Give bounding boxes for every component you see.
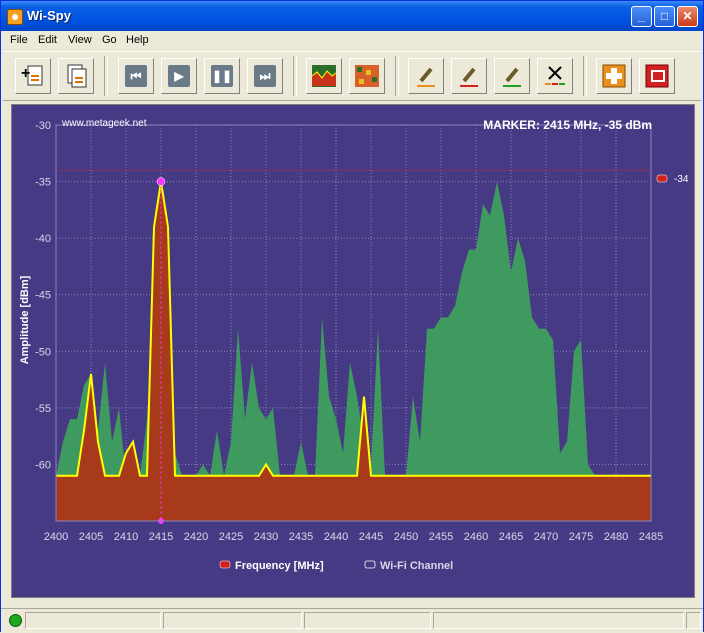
app-window: Wi-Spy _ □ ✕ File Edit View Go Help + ⏮ …	[0, 0, 704, 633]
toolbar-separator	[395, 56, 399, 96]
x-tick-label: 2415	[149, 531, 173, 543]
toolbar-separator	[293, 56, 297, 96]
menu-view[interactable]: View	[68, 34, 92, 46]
pause-button[interactable]: ❚❚	[204, 58, 240, 94]
spectrum-chart-panel[interactable]: www.metageek.net MARKER: 2415 MHz, -35 d…	[11, 104, 695, 598]
y-tick-label: -60	[35, 459, 51, 471]
toolbar-separator	[583, 56, 587, 96]
legend-frequency-label: Frequency [MHz]	[235, 560, 324, 572]
x-tick-label: 2455	[429, 531, 453, 543]
y-tick-label: -40	[35, 233, 51, 245]
marker-green-button[interactable]	[494, 58, 530, 94]
x-tick-label: 2440	[324, 531, 348, 543]
y-tick-label: -45	[35, 290, 51, 302]
menu-help[interactable]: Help	[126, 34, 149, 46]
y-tick-label: -30	[35, 120, 51, 132]
clear-markers-icon	[545, 66, 565, 85]
x-tick-label: 2405	[79, 531, 103, 543]
copy-documents-button[interactable]	[58, 58, 94, 94]
x-tick-label: 2400	[44, 531, 68, 543]
resize-grip[interactable]	[686, 612, 701, 629]
chart-plot	[55, 124, 652, 524]
x-tick-label: 2470	[534, 531, 558, 543]
title-bar[interactable]: Wi-Spy _ □ ✕	[1, 1, 703, 31]
status-bar	[1, 608, 703, 633]
skip-back-button[interactable]: ⏮	[118, 58, 154, 94]
x-tick-label: 2410	[114, 531, 138, 543]
stop-record-icon	[645, 64, 669, 88]
pause-icon: ❚❚	[211, 65, 233, 87]
add-plus-icon	[602, 64, 626, 88]
marker-red-button[interactable]	[451, 58, 487, 94]
status-pane	[433, 612, 684, 629]
planar-graph-icon	[311, 65, 337, 87]
x-tick-label: 2475	[569, 531, 593, 543]
threshold-value: -34	[674, 174, 689, 185]
marker-orange-button[interactable]	[408, 58, 444, 94]
x-tick-label: 2480	[604, 531, 628, 543]
play-icon: ▶	[168, 65, 190, 87]
marker-readout: MARKER: 2415 MHz, -35 dBm	[483, 118, 652, 132]
legend-frequency-swatch	[219, 560, 231, 569]
status-pane	[304, 612, 431, 629]
wispy-app-icon	[7, 9, 23, 25]
toolbar-separator	[104, 56, 108, 96]
x-tick-label: 2445	[359, 531, 383, 543]
pencil-red-icon	[460, 67, 478, 87]
new-document-button[interactable]: +	[15, 58, 51, 94]
window-title: Wi-Spy	[27, 8, 71, 23]
new-document-icon: +	[21, 65, 43, 86]
play-button[interactable]: ▶	[161, 58, 197, 94]
threshold-handle[interactable]	[656, 174, 668, 183]
menu-bar: File Edit View Go Help	[1, 31, 703, 50]
menu-edit[interactable]: Edit	[38, 34, 57, 46]
x-tick-labels: 2400 2405 2410 2415 2420 2425 2430 2435 2440 2445…	[44, 531, 663, 543]
x-tick-label: 2450	[394, 531, 418, 543]
device-status-indicator	[9, 614, 22, 627]
maximize-icon: □	[660, 9, 669, 23]
minimize-icon: _	[638, 9, 645, 23]
pencil-green-icon	[503, 67, 521, 87]
menu-file[interactable]: File	[10, 34, 28, 46]
menu-go[interactable]: Go	[102, 34, 117, 46]
stop-record-button[interactable]	[639, 58, 675, 94]
marker-point	[156, 177, 166, 186]
close-button[interactable]: ✕	[677, 6, 698, 27]
svg-text:+: +	[21, 65, 30, 82]
y-axis-label: Amplitude [dBm]	[19, 275, 31, 364]
legend-wifi-label[interactable]: Wi-Fi Channel	[380, 560, 453, 572]
minimize-button[interactable]: _	[631, 6, 652, 27]
legend-wifi-swatch[interactable]	[364, 560, 376, 569]
x-tick-label: 2460	[464, 531, 488, 543]
x-tick-label: 2430	[254, 531, 278, 543]
spectrum-chart[interactable]: www.metageek.net MARKER: 2415 MHz, -35 d…	[12, 105, 694, 597]
x-tick-label: 2435	[289, 531, 313, 543]
y-tick-label: -35	[35, 177, 51, 189]
pencil-orange-icon	[417, 67, 435, 87]
planar-view-button[interactable]	[306, 58, 342, 94]
y-tick-label: -50	[35, 346, 51, 358]
x-tick-label: 2420	[184, 531, 208, 543]
add-device-button[interactable]	[596, 58, 632, 94]
density-view-button[interactable]	[349, 58, 385, 94]
y-tick-labels: -30 -35 -40 -45 -50 -55 -60	[35, 120, 51, 471]
y-tick-label: -55	[35, 403, 51, 415]
watermark-text: www.metageek.net	[61, 118, 147, 129]
documents-icon	[67, 64, 87, 88]
maximize-button[interactable]: □	[654, 6, 675, 27]
fast-forward-icon: ⏭	[254, 65, 276, 87]
clear-markers-button[interactable]	[537, 58, 573, 94]
toolbar: + ⏮ ▶ ❚❚ ⏭	[3, 51, 701, 101]
skip-back-icon: ⏮	[125, 65, 147, 87]
x-tick-label: 2485	[639, 531, 663, 543]
fast-forward-button[interactable]: ⏭	[247, 58, 283, 94]
density-graph-icon	[355, 65, 379, 87]
x-tick-label: 2425	[219, 531, 243, 543]
x-tick-label: 2465	[499, 531, 523, 543]
status-pane	[25, 612, 161, 629]
status-pane	[163, 612, 302, 629]
close-icon: ✕	[682, 9, 693, 23]
